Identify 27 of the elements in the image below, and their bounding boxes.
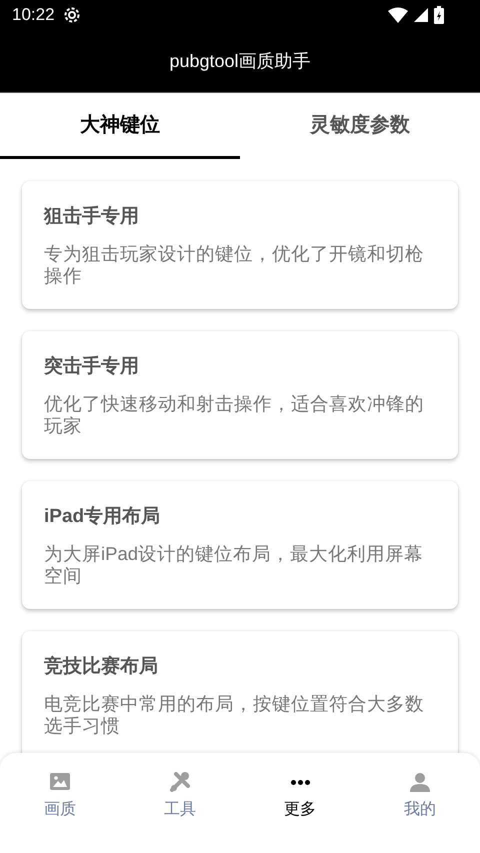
layout-card[interactable]: iPad专用布局 为大屏iPad设计的键位布局，最大化利用屏幕空间 [22,481,458,609]
card-title: 突击手专用 [44,354,140,379]
status-time: 10:22 [12,5,55,25]
card-description: 电竞比赛中常用的布局，按键位置符合大多数选手习惯 [44,693,425,737]
layout-card[interactable]: 突击手专用 优化了快速移动和射击操作，适合喜欢冲锋的玩家 [22,331,458,459]
card-title: 狙击手专用 [44,204,140,229]
tab[interactable]: 大神键位 [0,93,240,159]
nav-item[interactable]: 工具 [120,771,240,820]
card-title: 竞技比赛布局 [44,654,159,679]
image-icon [49,771,71,793]
more-icon [290,780,310,784]
nav-item[interactable]: 画质 [0,771,120,820]
layout-card[interactable]: 狙击手专用 专为狙击玩家设计的键位，优化了开镜和切枪操作 [22,181,458,309]
nav-item[interactable]: 我的 [360,771,480,820]
layout-card[interactable]: 竞技比赛布局 电竞比赛中常用的布局，按键位置符合大多数选手习惯 [22,631,458,753]
signal-icon [414,8,428,22]
card-description: 专为狙击玩家设计的键位，优化了开镜和切枪操作 [44,243,425,287]
card-description: 优化了快速移动和射击操作，适合喜欢冲锋的玩家 [44,393,425,437]
app-title: pubgtool画质助手 [169,50,311,73]
card-title: iPad专用布局 [44,504,162,529]
wifi-icon [388,7,408,23]
settings-icon [62,6,81,24]
battery-icon [434,6,444,24]
nav-item[interactable]: 更多 [240,771,360,820]
person-icon [409,771,431,793]
card-description: 为大屏iPad设计的键位布局，最大化利用屏幕空间 [44,543,424,587]
tab[interactable]: 灵敏度参数 [240,93,480,159]
